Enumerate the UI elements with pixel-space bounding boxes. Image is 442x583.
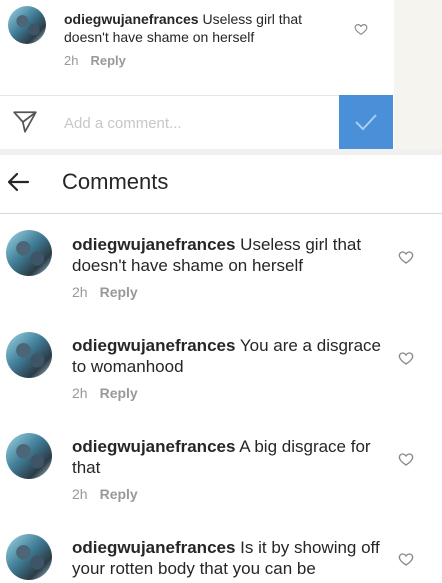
page-title: Comments [62, 169, 169, 194]
comment-username[interactable]: odiegwujanefrances [64, 11, 199, 27]
reply-button[interactable]: Reply [100, 385, 138, 401]
comment-username[interactable]: odiegwujanefrances [72, 437, 235, 456]
comment-time: 2h [72, 284, 88, 300]
comment-input[interactable]: Add a comment... [64, 115, 182, 132]
checkmark-icon [355, 114, 377, 131]
back-arrow-icon[interactable] [6, 171, 30, 193]
top-comment-text: odiegwujanefrances Useless girl that doe… [64, 10, 344, 46]
comment-meta: 2h Reply [72, 486, 138, 502]
avatar[interactable] [6, 534, 52, 580]
reply-button[interactable]: Reply [100, 486, 138, 502]
heart-icon[interactable] [398, 451, 414, 467]
comment-meta: 2h Reply [72, 385, 138, 401]
comment-username[interactable]: odiegwujanefrances [72, 235, 235, 254]
comment-username[interactable]: odiegwujanefrances [72, 336, 235, 355]
heart-icon[interactable] [354, 22, 368, 36]
heart-icon[interactable] [398, 350, 414, 366]
avatar[interactable] [6, 433, 52, 479]
comment-time: 2h [72, 486, 88, 502]
submit-comment-button[interactable] [339, 95, 393, 149]
reply-button[interactable]: Reply [100, 284, 138, 300]
comment-text: odiegwujanefrances A big disgrace for th… [72, 436, 382, 478]
avatar[interactable] [6, 230, 52, 276]
heart-icon[interactable] [398, 249, 414, 265]
comment-time: 2h [64, 53, 79, 68]
comment-username[interactable]: odiegwujanefrances [72, 538, 235, 557]
comment-text: odiegwujanefrances You are a disgrace to… [72, 335, 382, 377]
comment-time: 2h [72, 385, 88, 401]
comment-text: odiegwujanefrances Useless girl that doe… [72, 234, 382, 276]
avatar[interactable] [8, 6, 46, 44]
comment-meta: 2h Reply [72, 284, 138, 300]
reply-button[interactable]: Reply [90, 53, 125, 68]
comment-text: odiegwujanefrances Is it by showing off … [72, 537, 382, 579]
side-strip [394, 0, 442, 153]
avatar[interactable] [6, 332, 52, 378]
heart-icon[interactable] [398, 551, 414, 567]
paper-plane-icon[interactable] [12, 109, 38, 135]
comment-meta: 2h Reply [64, 53, 126, 68]
